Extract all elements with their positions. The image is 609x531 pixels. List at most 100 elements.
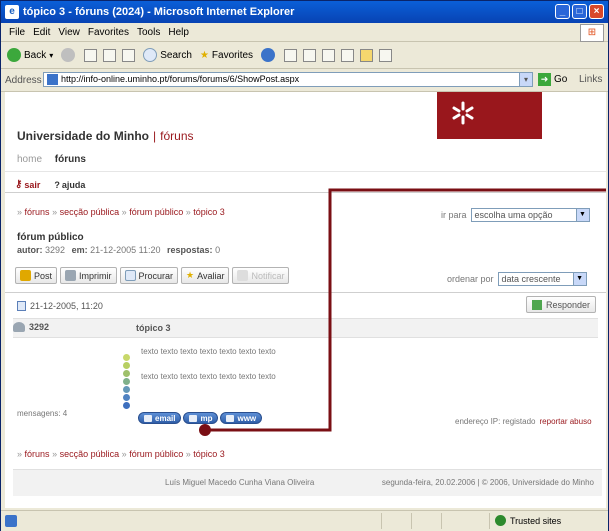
- back-button[interactable]: Back ▾: [7, 48, 53, 62]
- go-arrow-icon: ➜: [538, 73, 551, 86]
- uminho-logo: [437, 92, 542, 139]
- divider: [5, 292, 606, 293]
- site-title: Universidade do Minho | fóruns: [17, 129, 194, 143]
- ie-icon: e: [5, 5, 19, 19]
- links-button[interactable]: Links: [579, 74, 602, 85]
- tab-home[interactable]: home: [17, 154, 42, 165]
- breadcrumb-topico[interactable]: tópico 3: [193, 449, 225, 459]
- breadcrumb-forum[interactable]: fórum público: [129, 449, 183, 459]
- logout-link[interactable]: ⚷ sair: [15, 179, 40, 190]
- mail-icon[interactable]: [303, 48, 317, 62]
- refresh-icon[interactable]: [103, 48, 117, 62]
- maximize-button[interactable]: □: [572, 4, 587, 19]
- avatar-icon: [13, 322, 25, 332]
- post-body-line: texto texto texto texto texto texto text…: [141, 347, 276, 356]
- address-bar: Address http://info-online.uminho.pt/for…: [1, 69, 608, 92]
- breadcrumb-topico[interactable]: tópico 3: [193, 207, 225, 217]
- reply-button[interactable]: Responder: [526, 296, 597, 313]
- chevron-down-icon: ▼: [575, 209, 589, 221]
- private-message-button[interactable]: mp: [183, 412, 219, 424]
- footer-date: segunda-feira, 20.02.2006 | © 2006, Univ…: [381, 478, 594, 487]
- close-button[interactable]: ×: [589, 4, 604, 19]
- history-icon[interactable]: [284, 48, 298, 62]
- menu-view[interactable]: View: [58, 27, 80, 38]
- search-button[interactable]: Search: [143, 48, 192, 62]
- page-icon: [47, 74, 58, 85]
- jump-label: ir para: [441, 210, 467, 220]
- media-icon[interactable]: [261, 48, 276, 62]
- breadcrumb-foruns[interactable]: fóruns: [25, 207, 50, 217]
- print-icon[interactable]: [322, 48, 336, 62]
- message-icon: [189, 414, 198, 422]
- notify-icon: [237, 270, 249, 281]
- site-name[interactable]: Universidade do Minho: [17, 129, 149, 143]
- post-icon: [20, 270, 31, 281]
- key-icon: ⚷: [15, 179, 23, 190]
- rate-button[interactable]: ★ Avaliar: [181, 267, 230, 284]
- breadcrumb-bottom: » fóruns » secção pública » fórum públic…: [17, 449, 225, 459]
- menu-file[interactable]: File: [9, 27, 25, 38]
- print-button[interactable]: Imprimir: [60, 267, 117, 284]
- envelope-icon: [144, 414, 152, 422]
- menu-bar: File Edit View Favorites Tools Help ⊞: [1, 23, 608, 42]
- home-icon[interactable]: [122, 48, 136, 62]
- notify-button[interactable]: Notificar: [232, 267, 290, 284]
- star-icon: ★: [199, 49, 209, 61]
- report-abuse-link[interactable]: reportar abuso: [540, 417, 592, 426]
- post-date: 21-12-2005, 11:20: [17, 301, 103, 311]
- minimize-button[interactable]: _: [555, 4, 570, 19]
- standard-toolbar: Back ▾ Search ★ Favorites: [1, 42, 608, 69]
- status-bar: Trusted sites: [1, 510, 608, 531]
- page-content: Universidade do Minho | fóruns home fóruns…: [5, 92, 606, 508]
- contact-buttons: email mp www: [138, 412, 263, 424]
- security-zone: Trusted sites: [495, 515, 561, 526]
- folder-icon[interactable]: [360, 48, 374, 62]
- address-dropdown-button[interactable]: ▾: [519, 72, 533, 87]
- jump-select[interactable]: escolha uma opção ▼: [470, 208, 590, 222]
- post-author[interactable]: 3292: [13, 322, 49, 332]
- chevron-down-icon[interactable]: ▾: [49, 51, 53, 60]
- website-button[interactable]: www: [220, 412, 263, 424]
- breadcrumb-seccao[interactable]: secção pública: [60, 449, 120, 459]
- page-status-icon: [5, 515, 17, 527]
- reply-icon: [532, 299, 542, 310]
- address-input[interactable]: http://info-online.uminho.pt/forums/foru…: [43, 72, 520, 87]
- question-icon: ?: [54, 179, 60, 190]
- menu-help[interactable]: Help: [168, 27, 189, 38]
- search-icon: [143, 48, 158, 62]
- stop-icon[interactable]: [84, 48, 98, 62]
- star-icon: ★: [186, 270, 195, 280]
- tab-foruns[interactable]: fóruns: [55, 154, 86, 165]
- page-footer: Luís Miguel Macedo Cunha Viana Oliveira …: [13, 469, 602, 496]
- divider: [5, 171, 606, 172]
- forward-arrow-icon[interactable]: [61, 48, 76, 62]
- search-button[interactable]: Procurar: [119, 267, 179, 284]
- printer-icon: [65, 270, 77, 281]
- breadcrumb-forum[interactable]: fórum público: [129, 207, 183, 217]
- messenger-icon[interactable]: [379, 48, 393, 62]
- menu-favorites[interactable]: Favorites: [88, 27, 129, 38]
- sort-select[interactable]: data crescente ▼: [497, 272, 587, 286]
- menu-edit[interactable]: Edit: [33, 27, 50, 38]
- post-body-line: texto texto texto texto texto texto text…: [141, 372, 276, 381]
- menu-tools[interactable]: Tools: [137, 27, 160, 38]
- edit-icon[interactable]: [341, 48, 355, 62]
- ip-info: endereço IP: registado reportar abuso: [455, 417, 592, 426]
- forum-title: fórum público: [17, 232, 84, 243]
- title-bar: e tópico 3 - fóruns (2024) - Microsoft I…: [1, 1, 608, 23]
- sort-by: ordenar por data crescente ▼: [447, 272, 587, 286]
- favorites-button[interactable]: ★ Favorites: [200, 50, 253, 61]
- breadcrumb-seccao[interactable]: secção pública: [60, 207, 120, 217]
- forum-toolbar: Post Imprimir Procurar ★ Avaliar Notifica…: [15, 267, 290, 284]
- house-icon: [226, 414, 235, 422]
- post-button[interactable]: Post: [15, 267, 58, 284]
- breadcrumb-foruns[interactable]: fóruns: [25, 449, 50, 459]
- windows-logo-icon: ⊞: [580, 24, 604, 42]
- rank-beads-icon: [123, 354, 131, 410]
- email-button[interactable]: email: [138, 412, 182, 424]
- user-actions: ⚷ sair ? ajuda: [15, 179, 85, 190]
- help-link[interactable]: ? ajuda: [54, 180, 85, 190]
- go-button[interactable]: ➜ Go: [538, 73, 567, 86]
- sort-label: ordenar por: [447, 274, 494, 284]
- site-section[interactable]: fóruns: [160, 129, 193, 143]
